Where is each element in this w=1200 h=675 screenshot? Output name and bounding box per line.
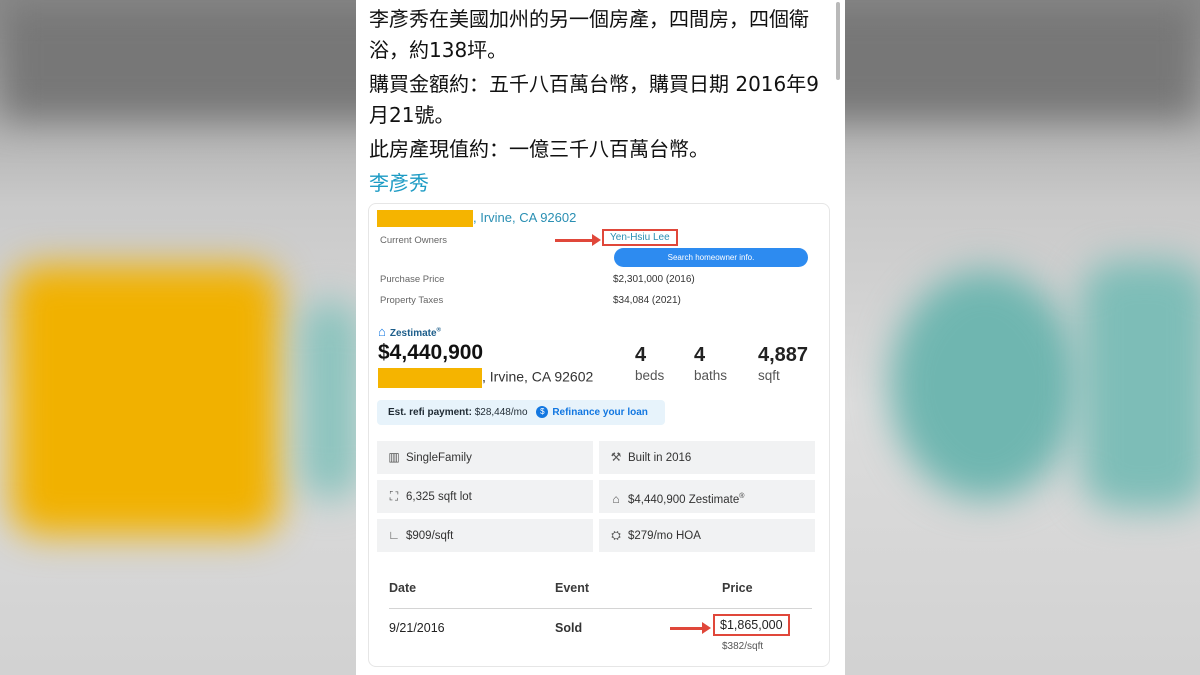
- zestimate-label: Zestimate: [389, 328, 437, 339]
- sqft-label: sqft: [758, 368, 780, 383]
- beds-stat: 4 beds: [635, 343, 664, 385]
- post-line-1: 李彥秀在美國加州的另一個房產，四間房，四個衛浴，約138坪。: [369, 7, 809, 62]
- fact-price-per-sqft-text: $909/sqft: [406, 530, 454, 542]
- bg-yellow-blob: [10, 265, 280, 535]
- purchase-price-label: Purchase Price: [380, 274, 445, 285]
- sqft-count: 4,887: [758, 344, 809, 366]
- property-taxes-value: $34,084 (2021): [613, 295, 681, 306]
- fact-hoa: ⛭ $279/mo HOA: [599, 519, 815, 552]
- history-header-price: Price: [722, 581, 753, 595]
- bg-teal-blob-2: [1080, 260, 1200, 510]
- bg-teal-blob-1: [890, 270, 1080, 500]
- sqft-stat: 4,887 sqft: [758, 343, 808, 385]
- property-taxes-label: Property Taxes: [380, 295, 444, 306]
- fact-zestimate: ⌂ $4,440,900 Zestimate®: [599, 480, 815, 513]
- scrollbar[interactable]: [836, 2, 840, 80]
- fact-lot-size-text: 6,325 sqft lot: [406, 491, 472, 503]
- bg-teal-blob-left: [300, 300, 360, 500]
- history-divider: [389, 608, 812, 609]
- address-text: , Irvine, CA 92602: [473, 210, 577, 225]
- refi-banner: Est. refi payment: $28,448/mo $ Refinance…: [377, 400, 665, 425]
- coin-icon: $: [536, 406, 549, 419]
- fact-home-type: ▥ SingleFamily: [377, 441, 593, 474]
- zillow-icon: ⌂: [378, 324, 386, 339]
- refinance-link[interactable]: Refinance your loan: [552, 407, 648, 418]
- owner-name[interactable]: Yen-Hsiu Lee: [602, 229, 678, 246]
- fact-home-type-text: SingleFamily: [406, 452, 472, 464]
- redaction-block: [377, 210, 473, 228]
- post-line-2: 購買金額約：五千八百萬台幣，購買日期 2016年9月21號。: [369, 72, 819, 127]
- address-text: , Irvine, CA 92602: [482, 368, 594, 385]
- ruler-icon: ∟: [388, 528, 400, 542]
- fact-zestimate-reg: ®: [739, 493, 745, 500]
- baths-stat: 4 baths: [694, 343, 727, 385]
- zestimate-icon: ⌂: [612, 491, 620, 506]
- property-address-top[interactable]: , Irvine, CA 92602: [377, 210, 577, 228]
- baths-count: 4: [694, 344, 706, 366]
- author-tag-link[interactable]: 李彥秀: [369, 168, 829, 199]
- zestimate-header: ⌂ Zestimate®: [378, 324, 441, 339]
- post-panel: 李彥秀在美國加州的另一個房產，四間房，四個衛浴，約138坪。 購買金額約：五千八…: [356, 0, 845, 675]
- zestimate-reg: ®: [436, 327, 441, 334]
- fact-zestimate-text: $4,440,900 Zestimate: [628, 493, 740, 506]
- lot-icon: ⛶: [389, 489, 399, 503]
- hammer-icon: ⚒: [610, 450, 622, 464]
- search-homeowner-button[interactable]: Search homeowner info.: [614, 248, 808, 267]
- fact-year-built: ⚒ Built in 2016: [599, 441, 815, 474]
- post-line-3: 此房產現值約：一億三千八百萬台幣。: [369, 137, 709, 161]
- history-price: $1,865,000: [713, 614, 790, 636]
- beds-count: 4: [635, 344, 647, 366]
- history-header-date: Date: [389, 581, 417, 595]
- history-header-event: Event: [555, 581, 590, 595]
- fact-hoa-text: $279/mo HOA: [628, 530, 701, 542]
- history-date: 9/21/2016: [389, 621, 445, 635]
- fact-lot-size: ⛶ 6,325 sqft lot: [377, 480, 593, 513]
- post-text: 李彥秀在美國加州的另一個房產，四間房，四個衛浴，約138坪。 購買金額約：五千八…: [369, 4, 829, 202]
- fact-price-per-sqft: ∟ $909/sqft: [377, 519, 593, 552]
- baths-label: baths: [694, 368, 728, 383]
- hoa-icon: ⛭: [611, 528, 621, 542]
- red-arrow-owner: [555, 234, 601, 246]
- red-arrow-price: [670, 622, 711, 634]
- zestimate-price: $4,440,900: [378, 341, 484, 364]
- refi-label: Est. refi payment:: [388, 407, 472, 418]
- current-owners-label: Current Owners: [380, 235, 448, 246]
- building-icon: ▥: [388, 450, 400, 464]
- fact-year-built-text: Built in 2016: [628, 452, 692, 464]
- history-price-per-sqft: $382/sqft: [722, 641, 764, 652]
- property-address: , Irvine, CA 92602: [378, 368, 593, 388]
- purchase-price-value: $2,301,000 (2016): [613, 274, 695, 285]
- refi-value: $28,448/mo: [474, 407, 528, 418]
- redaction-block: [378, 368, 482, 388]
- history-event: Sold: [555, 621, 583, 635]
- property-card: , Irvine, CA 92602 Current Owners Yen-Hs…: [368, 203, 830, 667]
- beds-label: beds: [635, 368, 665, 383]
